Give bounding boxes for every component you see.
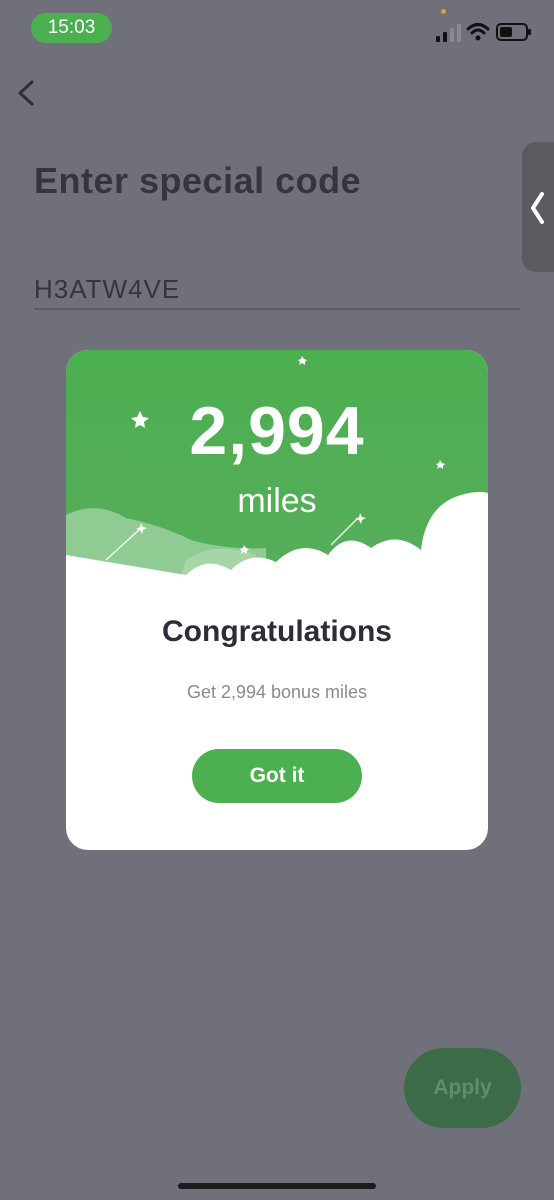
special-code-value[interactable]: H3ATW4VE bbox=[34, 274, 180, 305]
page-title: Enter special code bbox=[34, 160, 362, 201]
got-it-button[interactable]: Got it bbox=[192, 749, 362, 803]
wifi-icon bbox=[466, 23, 490, 41]
clouds-stars-illustration bbox=[66, 356, 488, 590]
screen: 15:03 Enter special code H3ATW4VE 2,994 … bbox=[0, 0, 554, 1200]
reward-banner: 2,994 miles bbox=[66, 350, 488, 590]
back-icon[interactable] bbox=[12, 76, 44, 110]
status-time: 15:03 bbox=[31, 13, 112, 43]
modal-heading: Congratulations bbox=[162, 615, 392, 648]
apply-button[interactable]: Apply bbox=[404, 1048, 521, 1128]
special-code-field[interactable]: H3ATW4VE bbox=[34, 270, 520, 310]
home-indicator[interactable] bbox=[178, 1183, 376, 1189]
side-panel-tab[interactable] bbox=[522, 142, 554, 272]
battery-icon bbox=[496, 23, 531, 41]
cellular-signal-icon bbox=[436, 24, 461, 42]
miles-amount: 2,994 bbox=[189, 393, 365, 469]
chevron-left-icon bbox=[531, 192, 544, 224]
modal-message: Get 2,994 bonus miles bbox=[186, 682, 368, 702]
reward-modal: 2,994 miles Congratulations Get 2,994 bo… bbox=[66, 350, 488, 850]
miles-unit-label: miles bbox=[237, 482, 317, 520]
privacy-indicator-dot bbox=[441, 9, 446, 14]
